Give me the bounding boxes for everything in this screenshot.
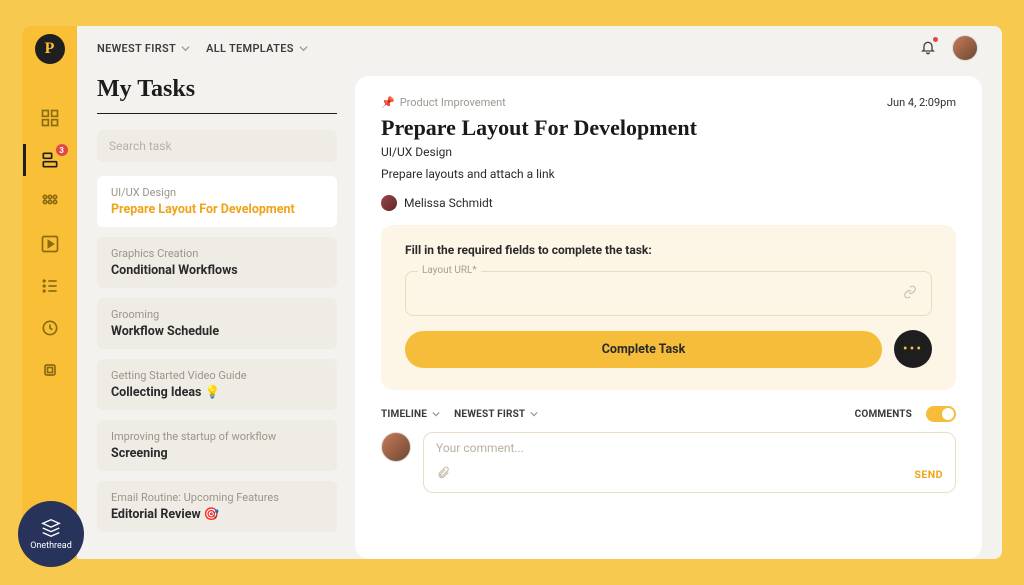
tasks-icon[interactable]: 3 <box>38 148 62 172</box>
task-item[interactable]: Graphics Creation Conditional Workflows <box>97 237 337 288</box>
link-icon <box>903 284 917 303</box>
task-title: Workflow Schedule <box>111 324 323 339</box>
pin-icon: 📌 <box>381 96 395 109</box>
chevron-down-icon <box>432 410 440 418</box>
chevron-down-icon <box>299 44 308 53</box>
field-label: Layout URL* <box>418 265 481 276</box>
complete-task-form: Fill in the required fields to complete … <box>381 225 956 390</box>
filter-label: ALL TEMPLATES <box>206 42 294 55</box>
form-instruction: Fill in the required fields to complete … <box>405 243 932 257</box>
task-item[interactable]: Improving the startup of workflow Screen… <box>97 420 337 471</box>
comment-sort-label: NEWEST FIRST <box>454 409 525 420</box>
title-underline <box>97 113 337 114</box>
cpu-icon[interactable] <box>38 358 62 382</box>
comment-avatar <box>381 432 411 462</box>
task-category: Email Routine: Upcoming Features <box>111 491 323 504</box>
task-item[interactable]: UI/UX Design Prepare Layout For Developm… <box>97 176 337 227</box>
send-button[interactable]: SEND <box>914 468 943 481</box>
comments-label: COMMENTS <box>855 409 912 420</box>
timeline-dropdown[interactable]: TIMELINE <box>381 409 440 420</box>
more-options-button[interactable]: ••• <box>894 330 932 368</box>
comments-toggle[interactable] <box>926 406 956 422</box>
detail-category: 📌 Product Improvement <box>381 96 506 109</box>
grid-icon[interactable] <box>38 190 62 214</box>
brand-logo[interactable]: P <box>35 34 65 64</box>
tasks-badge: 3 <box>56 144 68 156</box>
task-item[interactable]: Email Routine: Upcoming Features Editori… <box>97 481 337 532</box>
onethread-icon <box>40 517 62 539</box>
refresh-icon[interactable] <box>38 316 62 340</box>
onethread-badge[interactable]: Onethread <box>18 501 84 567</box>
sort-dropdown[interactable]: NEWEST FIRST <box>97 42 190 55</box>
task-category: UI/UX Design <box>111 186 323 199</box>
notifications-icon[interactable] <box>920 39 936 58</box>
detail-date: Jun 4, 2:09pm <box>887 96 956 109</box>
notification-dot <box>933 37 938 42</box>
attachment-icon[interactable] <box>436 465 450 484</box>
task-title: Screening <box>111 446 323 461</box>
task-detail-panel: 📌 Product Improvement Jun 4, 2:09pm Prep… <box>355 76 982 559</box>
detail-subtitle: UI/UX Design <box>381 145 956 159</box>
task-title: Collecting Ideas 💡 <box>111 385 323 400</box>
search-input[interactable]: Search task <box>97 130 337 162</box>
comment-sort-dropdown[interactable]: NEWEST FIRST <box>454 409 538 420</box>
play-icon[interactable] <box>38 232 62 256</box>
task-item[interactable]: Grooming Workflow Schedule <box>97 298 337 349</box>
sort-label: NEWEST FIRST <box>97 42 176 55</box>
page-title: My Tasks <box>97 76 337 103</box>
chevron-down-icon <box>530 410 538 418</box>
task-category: Graphics Creation <box>111 247 323 260</box>
templates-dropdown[interactable]: ALL TEMPLATES <box>206 42 308 55</box>
layout-url-field[interactable]: Layout URL* <box>405 271 932 316</box>
task-category: Getting Started Video Guide <box>111 369 323 382</box>
task-category: Grooming <box>111 308 323 321</box>
chevron-down-icon <box>181 44 190 53</box>
assignee-avatar <box>381 195 397 211</box>
detail-description: Prepare layouts and attach a link <box>381 167 956 181</box>
task-item[interactable]: Getting Started Video Guide Collecting I… <box>97 359 337 410</box>
timeline-label: TIMELINE <box>381 409 427 420</box>
dashboard-icon[interactable] <box>38 106 62 130</box>
topbar: NEWEST FIRST ALL TEMPLATES <box>77 26 1002 70</box>
detail-title: Prepare Layout For Development <box>381 115 956 141</box>
task-list-panel: My Tasks Search task UI/UX Design Prepar… <box>97 70 337 559</box>
detail-category-label: Product Improvement <box>400 96 506 109</box>
assignee-name: Melissa Schmidt <box>404 196 493 210</box>
list-icon[interactable] <box>38 274 62 298</box>
comment-placeholder: Your comment... <box>436 441 943 455</box>
task-title: Editorial Review 🎯 <box>111 507 323 522</box>
user-avatar[interactable] <box>952 35 978 61</box>
assignee[interactable]: Melissa Schmidt <box>381 195 956 211</box>
task-title: Conditional Workflows <box>111 263 323 278</box>
complete-task-button[interactable]: Complete Task <box>405 331 882 368</box>
task-title: Prepare Layout For Development <box>111 202 323 217</box>
task-category: Improving the startup of workflow <box>111 430 323 443</box>
sidebar: P 3 <box>22 26 77 559</box>
onethread-label: Onethread <box>30 541 72 551</box>
comment-input-box[interactable]: Your comment... SEND <box>423 432 956 493</box>
dots-icon: ••• <box>903 341 923 357</box>
